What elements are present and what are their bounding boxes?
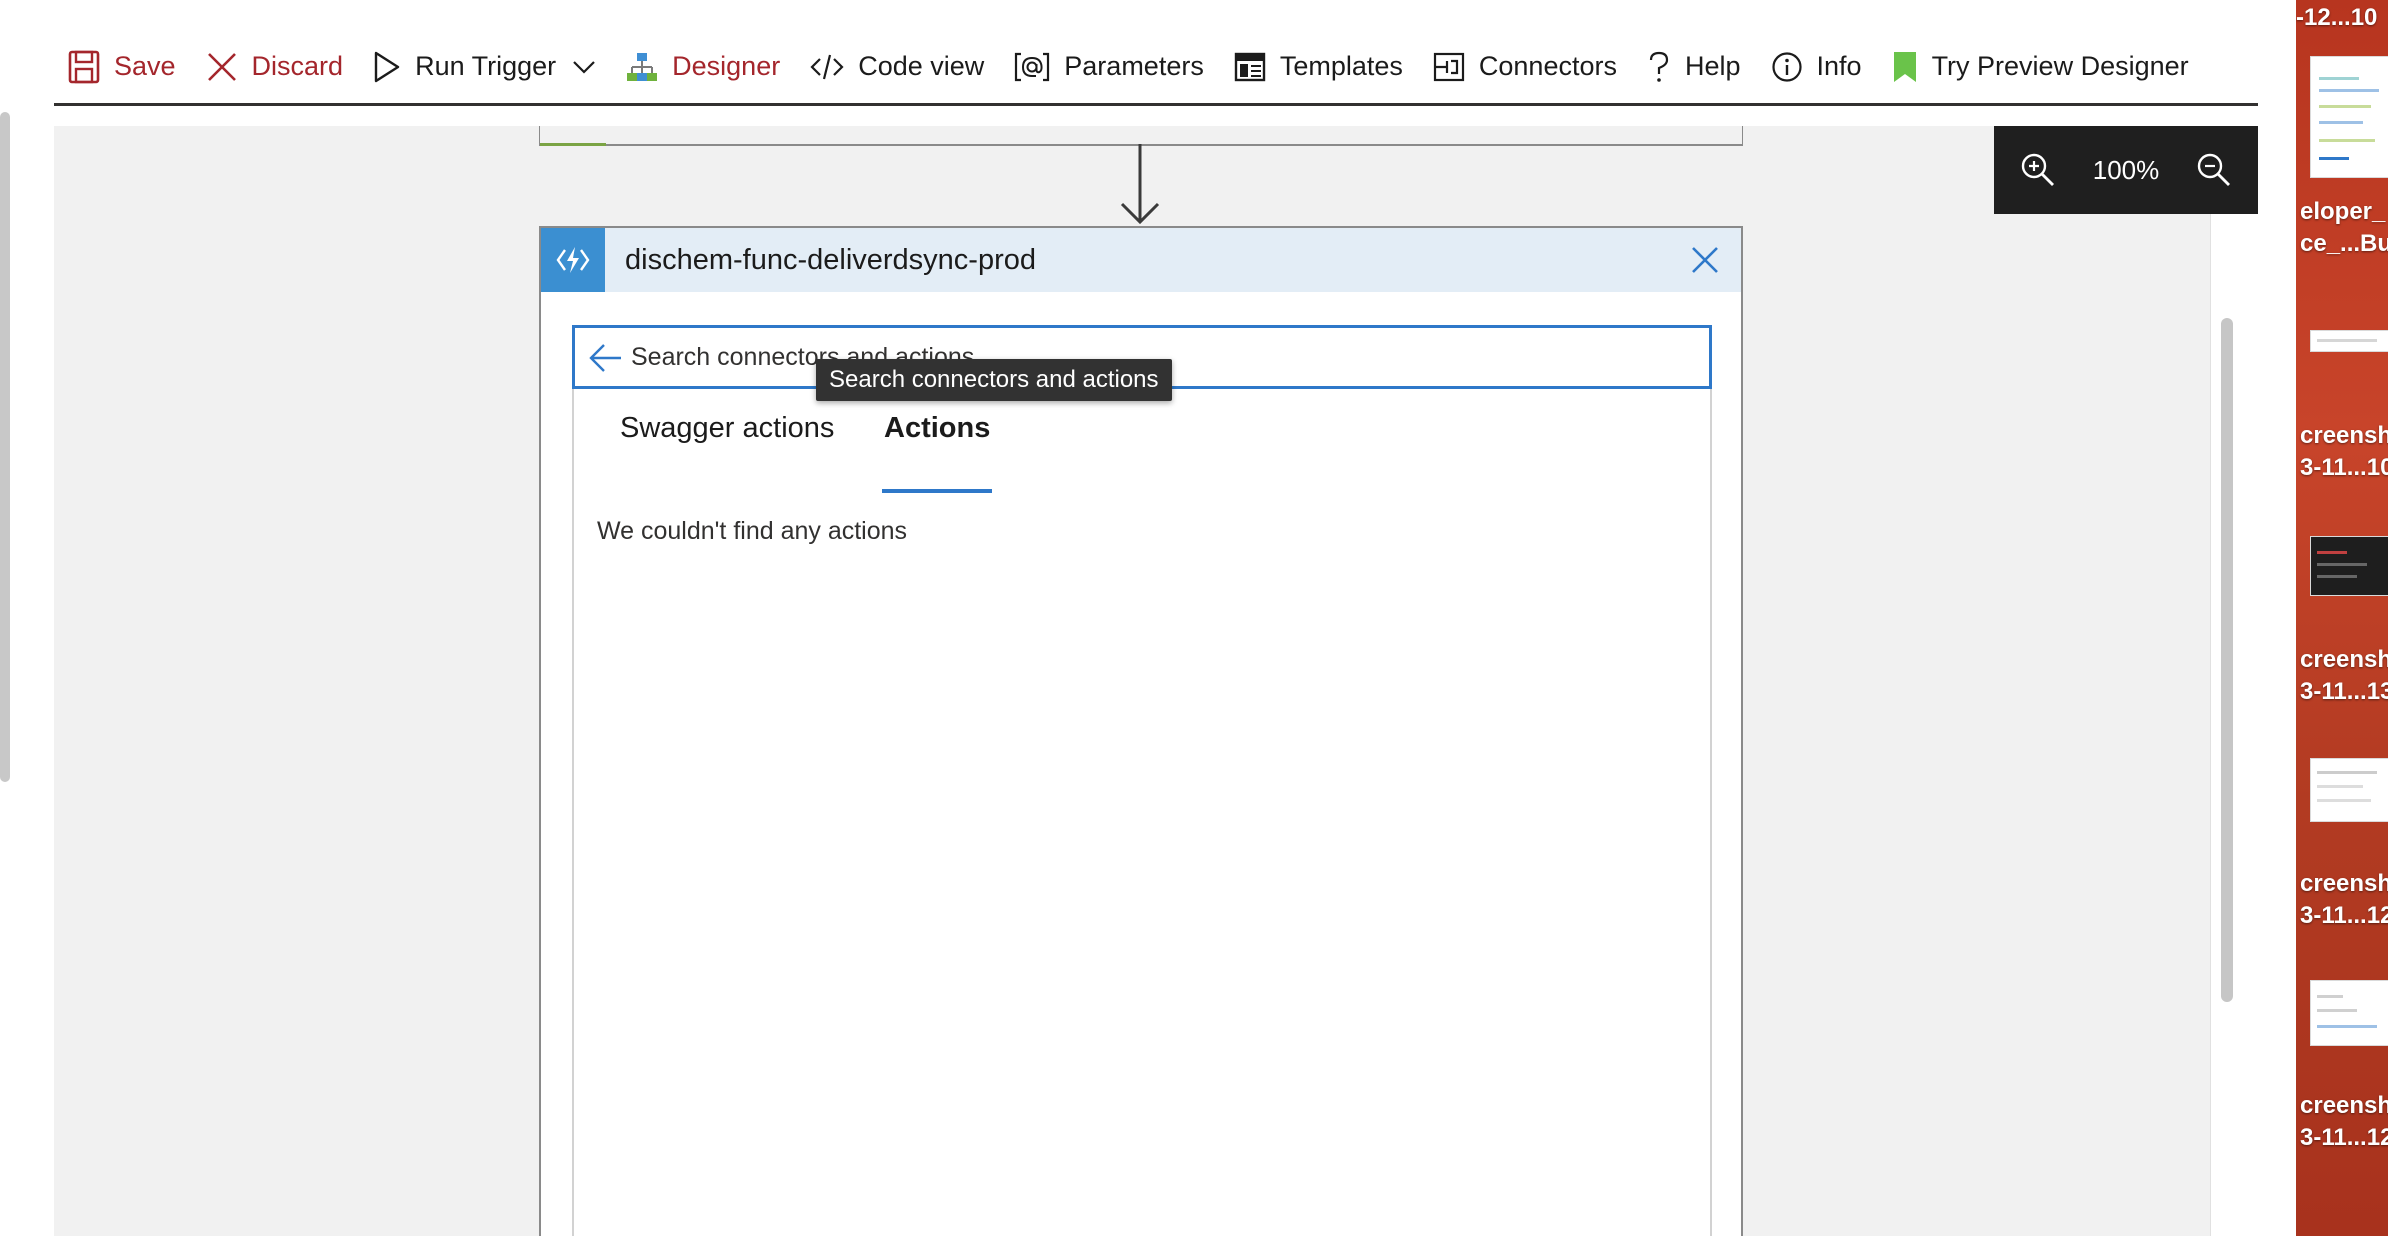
action-card-header[interactable]: dischem-func-deliverdsync-prod: [541, 228, 1741, 292]
zoom-out-icon[interactable]: [2196, 152, 2232, 188]
zoom-in-icon[interactable]: [2020, 152, 2056, 188]
results-panel: Swagger actions Actions We couldn't find…: [572, 389, 1712, 1236]
templates-icon: [1234, 52, 1266, 81]
bookmark-icon: [1893, 51, 1916, 82]
discard-label: Discard: [251, 51, 344, 81]
designer-toolbar: Save Discard Run Trigger Designer Code v…: [54, 30, 2258, 106]
search-tooltip: Search connectors and actions: [816, 359, 1172, 401]
code-view-label: Code view: [858, 51, 985, 81]
connectors-label: Connectors: [1478, 51, 1617, 81]
save-button[interactable]: Save: [68, 37, 176, 97]
azure-function-icon: [541, 228, 605, 292]
save-icon: [68, 50, 100, 83]
previous-step-accent: [540, 143, 606, 146]
desktop-background: -12...10 eloper_ ce_...Bu creensh 3-11..…: [2296, 0, 2388, 1236]
desktop-file-label[interactable]: 3-11...13: [2300, 676, 2388, 708]
empty-results-message: We couldn't find any actions: [597, 517, 908, 545]
discard-button[interactable]: Discard: [206, 37, 344, 97]
info-button[interactable]: Info: [1771, 37, 1862, 97]
desktop-file-label[interactable]: -12...10: [2296, 2, 2377, 34]
templates-label: Templates: [1279, 51, 1403, 81]
desktop-file-thumbnail[interactable]: [2310, 758, 2388, 822]
desktop-file-label[interactable]: creensh: [2300, 1090, 2388, 1122]
window-scrollbar[interactable]: [0, 112, 10, 782]
try-preview-label: Try Preview Designer: [1931, 51, 2189, 81]
info-icon: [1771, 51, 1802, 82]
desktop-file-thumbnail[interactable]: [2310, 980, 2388, 1046]
desktop-file-label[interactable]: creensh: [2300, 868, 2388, 900]
desktop-file-label[interactable]: creensh: [2300, 644, 2388, 676]
play-icon: [374, 51, 400, 82]
tab-actions[interactable]: Actions: [882, 389, 993, 493]
tab-swagger-actions[interactable]: Swagger actions: [620, 389, 834, 493]
desktop-file-thumbnail[interactable]: [2310, 536, 2388, 596]
chevron-down-icon[interactable]: [572, 59, 596, 75]
try-preview-designer-button[interactable]: Try Preview Designer: [1892, 37, 2189, 97]
desktop-file-thumbnail[interactable]: [2310, 56, 2388, 178]
question-icon: [1649, 51, 1669, 82]
previous-step-card[interactable]: [539, 126, 1743, 146]
designer-button[interactable]: Designer: [626, 37, 780, 97]
desktop-file-label[interactable]: 3-11...12: [2300, 1122, 2388, 1154]
code-icon: [810, 54, 844, 79]
designer-label: Designer: [672, 51, 781, 81]
zoom-level: 100%: [2092, 154, 2160, 185]
parameters-label: Parameters: [1064, 51, 1204, 81]
zoom-control: 100%: [1994, 126, 2258, 214]
hierarchy-icon: [627, 52, 658, 81]
parameters-icon: [1015, 52, 1050, 81]
run-trigger-button[interactable]: Run Trigger: [373, 37, 596, 97]
help-label: Help: [1684, 51, 1741, 81]
info-label: Info: [1816, 51, 1862, 81]
action-card-title[interactable]: dischem-func-deliverdsync-prod: [625, 228, 1036, 292]
help-button[interactable]: Help: [1647, 37, 1741, 97]
back-arrow-icon[interactable]: [589, 342, 623, 374]
canvas-scrollbar-thumb[interactable]: [2221, 318, 2233, 1002]
connectors-button[interactable]: Connectors: [1433, 37, 1617, 97]
close-icon: [207, 52, 236, 81]
desktop-file-label[interactable]: creensh: [2300, 420, 2388, 452]
desktop-file-label[interactable]: eloper_: [2300, 196, 2385, 228]
flow-arrow-icon: [1120, 144, 1160, 225]
connector-icon: [1433, 52, 1465, 81]
parameters-button[interactable]: Parameters: [1014, 37, 1204, 97]
code-view-button[interactable]: Code view: [810, 37, 984, 97]
templates-button[interactable]: Templates: [1234, 37, 1403, 97]
desktop-file-label[interactable]: 3-11...12: [2300, 900, 2388, 932]
save-label: Save: [114, 51, 176, 81]
run-trigger-label: Run Trigger: [415, 51, 557, 81]
desktop-file-thumbnail[interactable]: [2310, 330, 2388, 352]
close-icon[interactable]: [1685, 240, 1725, 280]
desktop-file-label[interactable]: 3-11...10: [2300, 452, 2388, 484]
desktop-file-label[interactable]: ce_...Bu: [2300, 228, 2388, 260]
